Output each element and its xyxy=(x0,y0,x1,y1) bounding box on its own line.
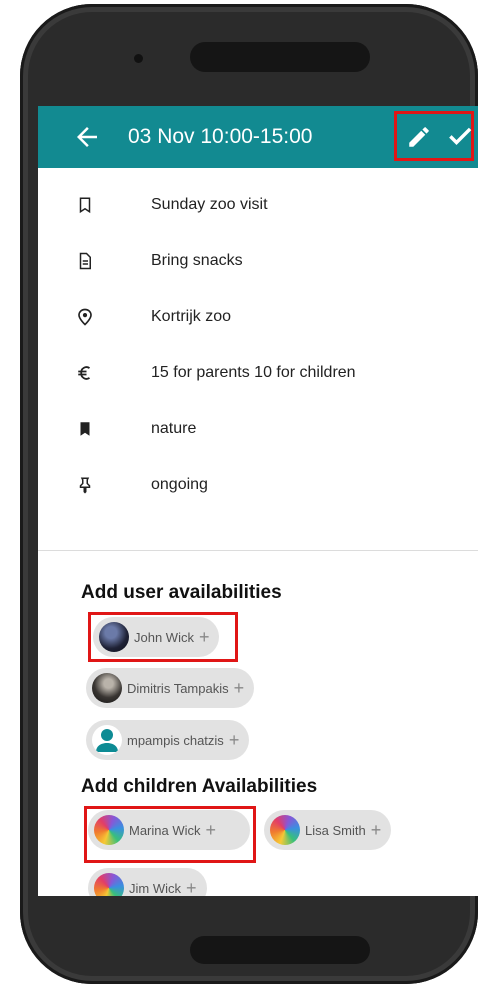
children-availabilities-heading: Add children Availabilities xyxy=(81,776,318,797)
detail-row-status: ongoing xyxy=(38,476,478,532)
pin-icon xyxy=(76,476,94,494)
check-icon[interactable] xyxy=(446,122,474,150)
app-bar: 03 Nov 10:00-15:00 xyxy=(38,106,478,168)
user-availabilities-heading: Add user availabilities xyxy=(81,582,282,603)
person-icon xyxy=(92,725,122,755)
app-screen: 03 Nov 10:00-15:00 Sunday zoo visit Brin… xyxy=(38,106,478,896)
divider xyxy=(38,550,478,551)
chip-label: Dimitris Tampakis xyxy=(127,680,229,696)
detail-row-category: nature xyxy=(38,420,478,476)
plus-icon: + xyxy=(228,730,240,750)
plus-icon: + xyxy=(198,627,210,647)
child-chip-jim-wick[interactable]: Jim Wick + xyxy=(88,868,207,896)
plus-icon: + xyxy=(205,820,217,840)
plus-icon: + xyxy=(370,820,382,840)
detail-row-title: Sunday zoo visit xyxy=(38,196,478,252)
detail-row-location: Kortrijk zoo xyxy=(38,308,478,364)
event-cost: 15 for parents 10 for children xyxy=(151,364,356,381)
bottom-speaker-grille xyxy=(190,936,370,964)
chip-label: mpampis chatzis xyxy=(127,732,224,748)
page-title: 03 Nov 10:00-15:00 xyxy=(128,125,313,148)
avatar xyxy=(92,673,122,703)
location-pin-icon xyxy=(76,308,94,326)
chip-label: Marina Wick xyxy=(129,822,201,838)
detail-row-description: Bring snacks xyxy=(38,252,478,308)
avatar xyxy=(270,815,300,845)
event-status: ongoing xyxy=(151,476,208,493)
chip-label: Lisa Smith xyxy=(305,822,366,838)
arrow-left-icon[interactable] xyxy=(72,122,102,152)
event-title: Sunday zoo visit xyxy=(151,196,268,213)
event-location: Kortrijk zoo xyxy=(151,308,232,325)
user-chip-john-wick[interactable]: John Wick + xyxy=(93,617,220,657)
document-icon xyxy=(76,252,94,270)
avatar xyxy=(99,622,129,652)
event-description: Bring snacks xyxy=(151,252,243,269)
child-chip-lisa-smith[interactable]: Lisa Smith + xyxy=(264,810,392,850)
euro-icon xyxy=(76,364,94,382)
event-category: nature xyxy=(151,420,197,437)
user-chip-dimitris-tampakis[interactable]: Dimitris Tampakis + xyxy=(86,668,255,708)
user-chip-mpampis-chatzis[interactable]: mpampis chatzis + xyxy=(86,720,250,760)
event-details: Sunday zoo visit Bring snacks Kortrijk z… xyxy=(38,196,478,532)
speaker-grille xyxy=(190,42,370,72)
chip-label: Jim Wick xyxy=(129,880,181,896)
bookmark-outline-icon xyxy=(76,196,94,214)
pencil-icon[interactable] xyxy=(406,124,432,150)
bookmark-filled-icon xyxy=(76,420,94,438)
child-chip-marina-wick[interactable]: Marina Wick + xyxy=(88,810,250,850)
avatar xyxy=(94,873,124,896)
chip-label: John Wick xyxy=(134,629,194,645)
plus-icon: + xyxy=(233,678,245,698)
plus-icon: + xyxy=(186,878,197,896)
detail-row-cost: 15 for parents 10 for children xyxy=(38,364,478,420)
avatar xyxy=(94,815,124,845)
camera-dot xyxy=(134,54,143,63)
